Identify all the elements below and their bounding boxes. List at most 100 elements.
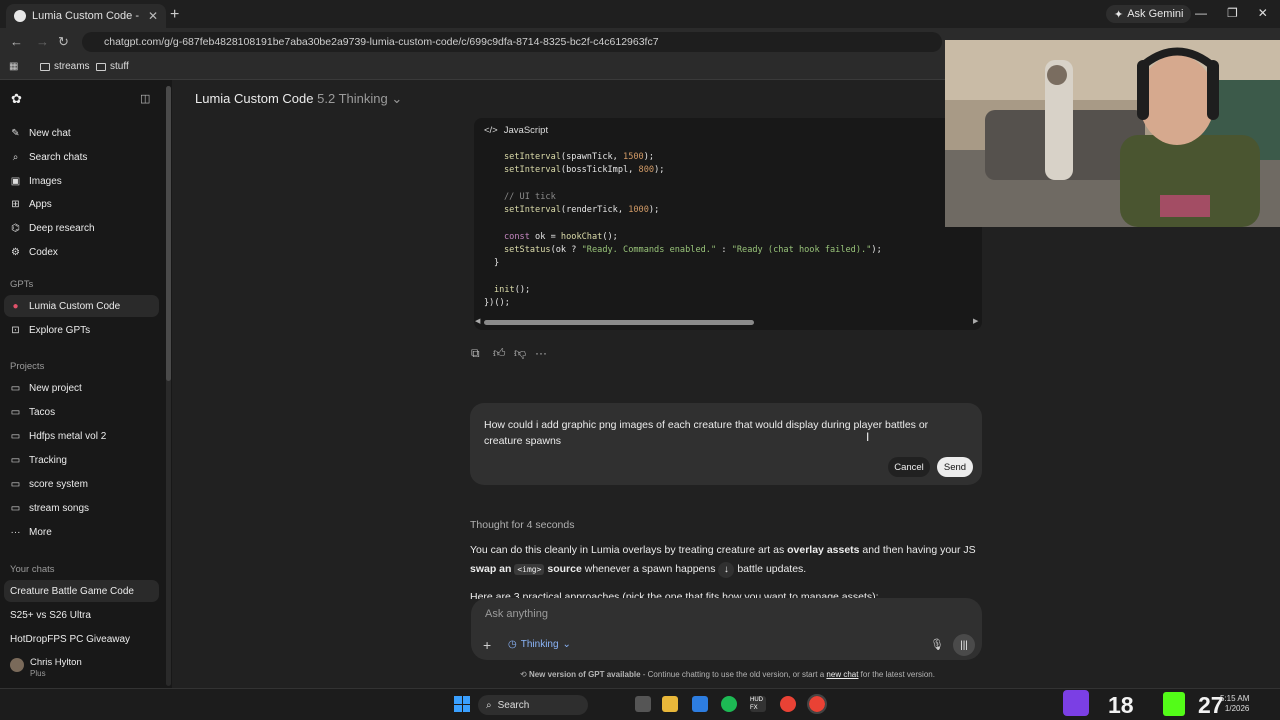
apps-grid-icon[interactable]: ▦ [9,61,18,72]
chat-item[interactable]: HotDropFPS PC Giveaway [10,634,130,645]
openai-logo-icon[interactable]: ✿ [11,91,22,107]
voice-mode-button[interactable]: ||| [953,634,975,656]
send-button[interactable]: Send [937,457,973,477]
sidebar-item-search-chats[interactable]: ⌕ Search chats [10,152,88,163]
task-view-icon[interactable] [635,696,651,712]
folder-icon: ▭ [10,503,21,514]
taskbar-search-label: Search [497,699,530,711]
thought-duration[interactable]: Thought for 4 seconds [470,519,574,531]
system-clock[interactable]: 5:15 AM 1/2026 [1220,694,1249,714]
code-block [474,118,982,330]
follower-count: 18 [1108,692,1134,718]
code-line: setInterval(renderTick, 1000); [504,205,660,215]
webcam-scene [945,40,1280,227]
sidebar-item-project[interactable]: ▭ Tracking [10,455,67,466]
minimize-icon[interactable]: — [1195,6,1207,20]
chrome-icon[interactable] [780,696,796,712]
code-language: JavaScript [503,125,549,136]
sidebar-item-project[interactable]: ▭ score system [10,479,88,490]
response-bold: source [547,563,582,575]
edit-icon: ✎ [11,128,20,139]
sidebar-item-explore-gpts[interactable]: ⊡ Explore GPTs [10,325,90,336]
model-version: 5.2 Thinking [317,91,388,106]
chat-item[interactable]: S25+ vs S26 Ultra [10,610,91,621]
cancel-button[interactable]: Cancel [888,457,930,477]
sidebar-item-apps[interactable]: ⊞ Apps [10,199,52,210]
start-windows-icon[interactable] [454,696,470,712]
bookmark-stuff[interactable]: stuff [96,61,129,72]
response-text: whenever a spawn happens [581,563,716,575]
folder-icon: ▭ [10,455,21,466]
hud-fx-icon[interactable]: HUD FX [750,696,766,712]
back-icon[interactable]: ← [10,34,23,49]
forward-icon[interactable]: → [36,34,49,49]
response-bold: swap an [470,563,512,575]
sidebar-item-images[interactable]: ▣ Images [10,176,62,187]
maximize-icon[interactable]: ❐ [1227,6,1238,20]
inline-code: <img> [514,564,545,575]
more-dots-icon: ··· [10,527,21,538]
microphone-icon[interactable]: 🎙︎ [930,638,944,651]
reload-icon[interactable]: ↻ [58,34,69,50]
chat-item[interactable]: Creature Battle Game Code [10,586,134,597]
tab-title: Lumia Custom Code - Creature [32,10,142,22]
folder-icon: ▭ [10,407,21,418]
ask-gemini-button[interactable]: ✦ Ask Gemini [1106,5,1192,23]
notepad-icon[interactable] [692,696,708,712]
search-icon: ⌕ [12,152,19,163]
sidebar-item-codex[interactable]: ⚙ Codex [10,247,58,258]
code-horizontal-scrollbar[interactable] [484,320,754,325]
sidebar-item-new-chat[interactable]: ✎ New chat [10,128,70,139]
model-selector[interactable]: Lumia Custom Code 5.2 Thinking ⌄ [195,91,402,107]
avatar[interactable] [10,658,24,672]
browser-tab-bar [0,0,1280,28]
scroll-right-icon[interactable]: ▶ [973,317,978,325]
sidebar-item-project[interactable]: ▭ Hdfps metal vol 2 [10,431,107,442]
sidebar-item-more[interactable]: ··· More [10,527,52,538]
code-line: setStatus(ok ? "Ready. Commands enabled.… [504,245,882,255]
sidebar-item-lumia-custom-code[interactable]: ● Lumia Custom Code [10,301,120,312]
scroll-down-icon[interactable]: ↓ [718,562,735,578]
copy-icon[interactable]: ⧉ [471,346,480,361]
chevron-down-icon: ⌄ [562,639,571,650]
edit-message-text[interactable]: How could i add graphic png images of ea… [484,417,954,449]
address-bar[interactable]: chatgpt.com/g/g-687feb4828108191be7aba30… [82,32,942,52]
sidebar-item-new-project[interactable]: ▭ New project [10,383,82,394]
your-chats-heading: Your chats [10,564,55,575]
close-tab-icon[interactable]: ✕ [148,9,158,23]
new-chat-link[interactable]: new chat [826,670,858,679]
more-actions-icon[interactable]: ··· [535,346,547,360]
folder-icon: ▭ [10,479,21,490]
close-window-icon[interactable]: ✕ [1258,6,1268,20]
folder-icon [40,62,50,71]
codex-icon: ⚙ [11,247,20,258]
projects-heading: Projects [10,361,45,372]
thumbs-up-icon[interactable]: 👍︎ [493,346,506,361]
new-tab-icon[interactable]: + [170,6,179,24]
response-text: battle updates. [734,563,807,575]
taskbar-search[interactable]: ⌕ Search [478,695,588,715]
response-paragraph: You can do this cleanly in Lumia overlay… [470,541,980,579]
spotify-icon[interactable] [721,696,737,712]
sidebar-item-project[interactable]: ▭ stream songs [10,503,89,514]
scroll-left-icon[interactable]: ◀ [475,317,480,325]
code-line: init(); [494,285,531,295]
sidebar-scroll-thumb[interactable] [166,86,171,381]
browser-tab[interactable]: Lumia Custom Code - Creature ✕ [6,4,166,28]
sidebar-item-deep-research[interactable]: ⌬ Deep research [10,223,94,234]
code-line: const ok = hookChat(); [504,232,618,242]
folder-icon: ▭ [10,431,21,442]
prompt-input[interactable]: Ask anything [485,608,548,620]
chrome-active-icon[interactable] [807,694,827,714]
file-explorer-icon[interactable] [662,696,678,712]
sidebar-item-label: More [29,527,52,538]
sidebar-item-label: New project [29,383,82,394]
bookmark-streams[interactable]: streams [40,61,90,72]
thumbs-down-icon[interactable]: 👎︎ [514,346,526,361]
thinking-mode-button[interactable]: ◷ Thinking ⌄ [508,639,571,650]
sidebar-item-project[interactable]: ▭ Tacos [10,407,55,418]
code-block-header: </> JavaScript [484,125,548,136]
toggle-sidebar-icon[interactable]: ◫ [140,92,150,105]
add-attachment-icon[interactable]: + [483,637,491,653]
sidebar-item-label: Hdfps metal vol 2 [29,431,107,442]
